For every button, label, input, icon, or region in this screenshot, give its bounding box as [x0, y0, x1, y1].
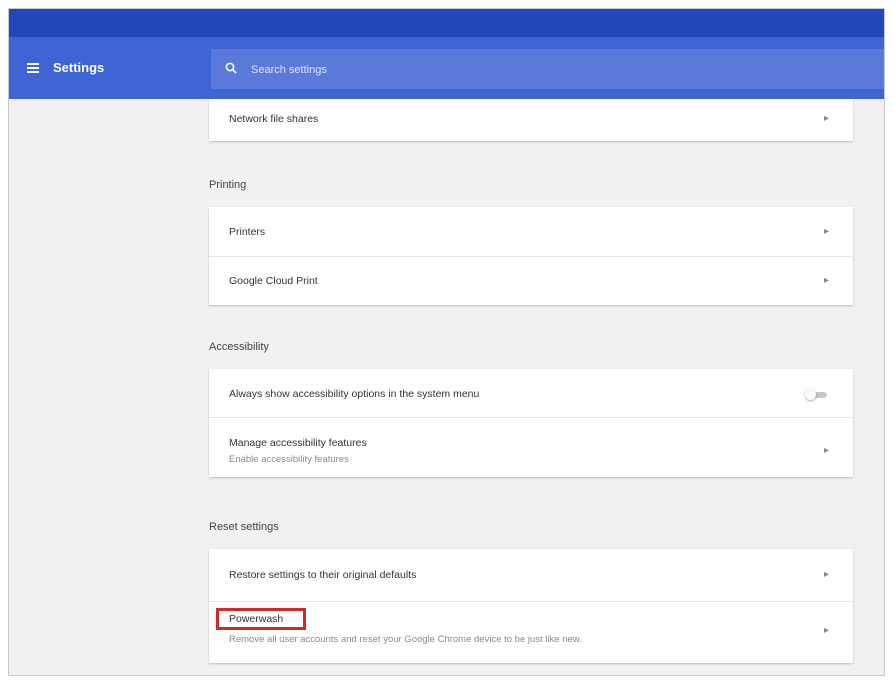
- always-show-accessibility-label: Always show accessibility options in the…: [229, 388, 480, 400]
- printing-card: Printers ▸ Google Cloud Print ▸: [209, 207, 853, 305]
- search-bar[interactable]: [211, 49, 884, 89]
- printers-row[interactable]: Printers ▸: [209, 207, 853, 256]
- reset-settings-card: Restore settings to their original defau…: [209, 549, 853, 663]
- accessibility-menu-toggle[interactable]: [805, 389, 827, 400]
- manage-accessibility-sublabel: Enable accessibility features: [229, 454, 349, 465]
- manage-accessibility-row[interactable]: Manage accessibility features Enable acc…: [209, 417, 853, 477]
- always-show-accessibility-row[interactable]: Always show accessibility options in the…: [209, 369, 853, 417]
- chevron-right-icon: ▸: [823, 445, 829, 456]
- printers-label: Printers: [229, 226, 266, 238]
- accessibility-section-title: Accessibility: [209, 341, 269, 353]
- settings-content: Network file shares ▸ Printing Printers …: [201, 99, 884, 675]
- app-header: Settings: [9, 37, 884, 99]
- chevron-right-icon: ▸: [823, 275, 829, 286]
- google-cloud-print-row[interactable]: Google Cloud Print ▸: [209, 256, 853, 305]
- powerwash-label: Powerwash: [229, 613, 284, 625]
- hamburger-menu-icon[interactable]: [27, 63, 39, 73]
- restore-defaults-label: Restore settings to their original defau…: [229, 569, 417, 581]
- chevron-right-icon: ▸: [823, 569, 829, 580]
- accessibility-card: Always show accessibility options in the…: [209, 369, 853, 477]
- reset-settings-section-title: Reset settings: [209, 521, 279, 533]
- restore-defaults-row[interactable]: Restore settings to their original defau…: [209, 549, 853, 601]
- printing-section-title: Printing: [209, 179, 247, 191]
- network-file-shares-label: Network file shares: [229, 113, 319, 125]
- search-input[interactable]: [249, 59, 753, 81]
- powerwash-row[interactable]: Powerwash Remove all user accounts and r…: [209, 601, 853, 663]
- settings-window: Settings Network file shares ▸ Printing …: [8, 8, 885, 676]
- search-icon: [225, 62, 237, 74]
- sidebar: [9, 99, 201, 675]
- powerwash-sublabel: Remove all user accounts and reset your …: [229, 634, 582, 645]
- manage-accessibility-label: Manage accessibility features: [229, 437, 367, 449]
- top-band: [9, 9, 884, 37]
- google-cloud-print-label: Google Cloud Print: [229, 275, 318, 287]
- chevron-right-icon: ▸: [823, 625, 829, 636]
- app-title: Settings: [53, 60, 105, 75]
- chevron-right-icon: ▸: [823, 113, 829, 124]
- chevron-right-icon: ▸: [823, 226, 829, 237]
- toggle-knob: [805, 389, 816, 400]
- network-file-shares-row[interactable]: Network file shares ▸: [209, 99, 853, 141]
- network-card: Network file shares ▸: [209, 99, 853, 141]
